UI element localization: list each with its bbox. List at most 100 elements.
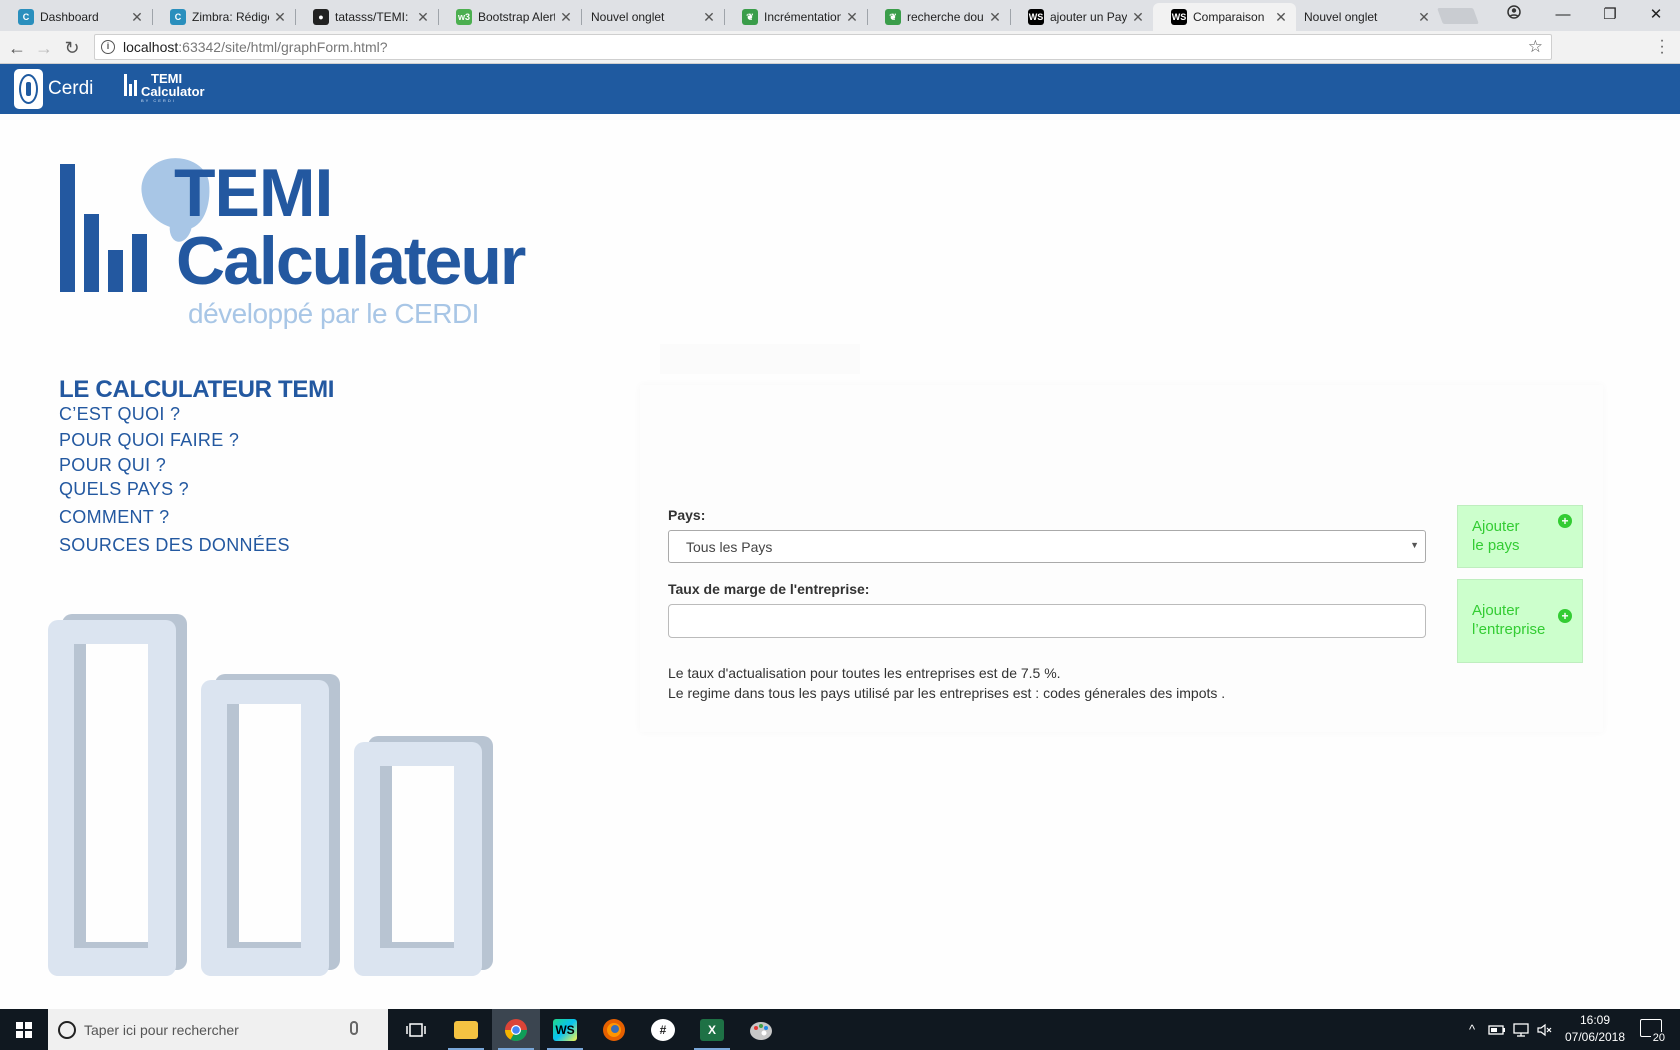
leaf-icon: ❦ — [885, 9, 901, 25]
browser-tab[interactable]: C Dashboard ✕ — [0, 3, 152, 31]
hero-title-line2: Calculateur — [176, 223, 526, 299]
cerdi-icon: C — [170, 9, 186, 25]
bookmark-star-icon[interactable]: ☆ — [1528, 37, 1543, 57]
tab-title: Incrémentation — [764, 10, 841, 24]
reload-icon[interactable]: ↻ — [60, 36, 84, 60]
notification-count: 20 — [1650, 1032, 1667, 1044]
restore-icon[interactable]: ❐ — [1590, 2, 1630, 28]
bar-chart-icon — [124, 72, 138, 98]
clock-time: 16:09 — [1579, 1013, 1611, 1027]
leaf-icon: ❦ — [742, 9, 758, 25]
firefox-icon[interactable] — [590, 1009, 638, 1050]
browser-tab[interactable]: ❦ Incrémentation ✕ — [724, 3, 867, 31]
slack-icon[interactable]: # — [639, 1009, 687, 1050]
network-icon[interactable] — [1510, 1009, 1532, 1050]
close-icon[interactable]: ✕ — [845, 9, 859, 26]
logo-bar — [84, 214, 99, 292]
paint-icon[interactable] — [737, 1009, 785, 1050]
hero-subtitle: développé par le CERDI — [188, 298, 479, 329]
new-tab-button[interactable] — [1437, 8, 1479, 24]
close-icon[interactable]: ✕ — [559, 9, 573, 26]
notification-center-icon[interactable]: 20 — [1640, 1019, 1667, 1044]
info-icon[interactable]: i — [101, 40, 115, 54]
tax-regime-info: Le regime dans tous les pays utilisé par… — [668, 685, 1226, 701]
close-icon[interactable]: ✕ — [416, 9, 430, 26]
close-icon[interactable]: ✕ — [273, 9, 287, 26]
close-icon[interactable]: ✕ — [1131, 9, 1145, 26]
w3schools-icon: w3 — [456, 9, 472, 25]
menu-item-pour-quoi-faire[interactable]: POUR QUOI FAIRE ? — [59, 430, 239, 451]
browser-tab[interactable]: WS ajouter un Pays ✕ — [1010, 3, 1153, 31]
close-icon[interactable]: ✕ — [988, 9, 1002, 26]
volume-muted-icon[interactable] — [1534, 1009, 1556, 1050]
cerdi-icon: C — [18, 9, 34, 25]
close-icon[interactable]: ✕ — [1417, 9, 1431, 26]
tab-title: Nouvel onglet — [591, 10, 665, 24]
github-icon: ● — [313, 9, 329, 25]
chrome-icon[interactable] — [492, 1009, 540, 1050]
file-explorer-icon[interactable] — [442, 1009, 490, 1050]
logo-bar — [132, 234, 147, 292]
taskbar-search[interactable]: Taper ici pour rechercher — [48, 1009, 388, 1050]
temi-logo-line2: Calculator — [141, 84, 205, 99]
temi-hero-logo: TEMI Calculateur développé par le CERDI — [58, 150, 598, 329]
browser-tab[interactable]: ❦ recherche doub ✕ — [867, 3, 1010, 31]
tab-title: ajouter un Pays — [1050, 10, 1127, 24]
browser-tab[interactable]: w3 Bootstrap Alerts ✕ — [438, 3, 581, 31]
start-button[interactable] — [0, 1009, 48, 1050]
battery-icon[interactable] — [1486, 1009, 1508, 1050]
excel-icon[interactable]: X — [688, 1009, 736, 1050]
menu-item-quels-pays[interactable]: QUELS PAYS ? — [59, 479, 189, 500]
country-label: Pays: — [668, 507, 706, 523]
add-company-button[interactable]: Ajouter l’entreprise + — [1457, 579, 1583, 663]
windows-taskbar: Taper ici pour rechercher WS # X ^ 16:09… — [0, 1009, 1680, 1050]
task-view-icon[interactable] — [392, 1009, 440, 1050]
close-window-icon[interactable]: ✕ — [1636, 2, 1676, 28]
tab-title: Bootstrap Alerts — [478, 10, 555, 24]
menu-item-sources-donnees[interactable]: SOURCES DES DONNÉES — [59, 535, 290, 556]
close-icon[interactable]: ✕ — [1274, 9, 1288, 26]
url-host: localhost — [123, 39, 179, 55]
microphone-icon[interactable] — [350, 1021, 358, 1035]
address-bar[interactable]: i localhost:63342/site/html/graphForm.ht… — [94, 34, 1552, 60]
browser-tab-active[interactable]: WS Comparaison ✕ — [1153, 3, 1296, 31]
clock-date: 07/06/2018 — [1564, 1030, 1626, 1044]
tab-title: Zimbra: Rédiger — [192, 10, 269, 24]
browser-tab[interactable]: ● tatasss/TEMI: Le ✕ — [295, 3, 438, 31]
minimize-icon[interactable]: — — [1543, 2, 1583, 28]
tab-title: Comparaison — [1193, 10, 1265, 24]
windows-logo-icon — [16, 1021, 32, 1038]
hero-title-line1: TEMI — [174, 155, 333, 231]
menu-item-comment[interactable]: COMMENT ? — [59, 507, 169, 528]
menu-icon[interactable]: · · · — [1656, 33, 1668, 61]
site-navbar: Cerdi TEMI Calculator BY CERDI — [0, 64, 1680, 114]
cerdi-brand-link[interactable]: Cerdi — [48, 78, 93, 100]
cortana-icon — [58, 1020, 76, 1039]
webstorm-icon: WS — [1171, 9, 1187, 25]
menu-heading[interactable]: LE CALCULATEUR TEMI — [59, 376, 334, 404]
browser-tab[interactable]: Nouvel onglet ✕ — [1296, 3, 1439, 31]
add-country-button[interactable]: Ajouter le pays + — [1457, 505, 1583, 568]
close-icon[interactable]: ✕ — [130, 9, 144, 26]
system-clock[interactable]: 16:09 07/06/2018 — [1555, 1012, 1635, 1046]
chevron-up-icon[interactable]: ^ — [1464, 1009, 1480, 1050]
margin-rate-input[interactable] — [668, 604, 1426, 638]
menu-item-pour-qui[interactable]: POUR QUI ? — [59, 455, 166, 476]
back-icon[interactable]: ← — [5, 36, 29, 60]
menu-item-cest-quoi[interactable]: C’EST QUOI ? — [59, 404, 180, 425]
close-icon[interactable]: ✕ — [702, 9, 716, 26]
side-menu: LE CALCULATEUR TEMI C’EST QUOI ? POUR QU… — [59, 376, 334, 555]
tab-title: tatasss/TEMI: Le — [335, 10, 412, 24]
add-company-label-1: Ajouter — [1472, 602, 1520, 619]
temi-logo-subtitle: BY CERDI — [141, 98, 176, 103]
logo-bar — [108, 250, 123, 292]
tab-title: Dashboard — [40, 10, 99, 24]
margin-label: Taux de marge de l'entreprise: — [668, 581, 870, 597]
cerdi-logo-icon[interactable] — [14, 69, 43, 109]
browser-tab[interactable]: C Zimbra: Rédiger ✕ — [152, 3, 295, 31]
browser-tab[interactable]: Nouvel onglet ✕ — [581, 3, 724, 31]
forward-icon[interactable]: → — [32, 36, 56, 60]
webstorm-taskbar-icon[interactable]: WS — [541, 1009, 589, 1050]
profile-icon[interactable] — [1494, 2, 1534, 28]
country-select[interactable]: Tous les Pays ▼ — [668, 530, 1426, 563]
